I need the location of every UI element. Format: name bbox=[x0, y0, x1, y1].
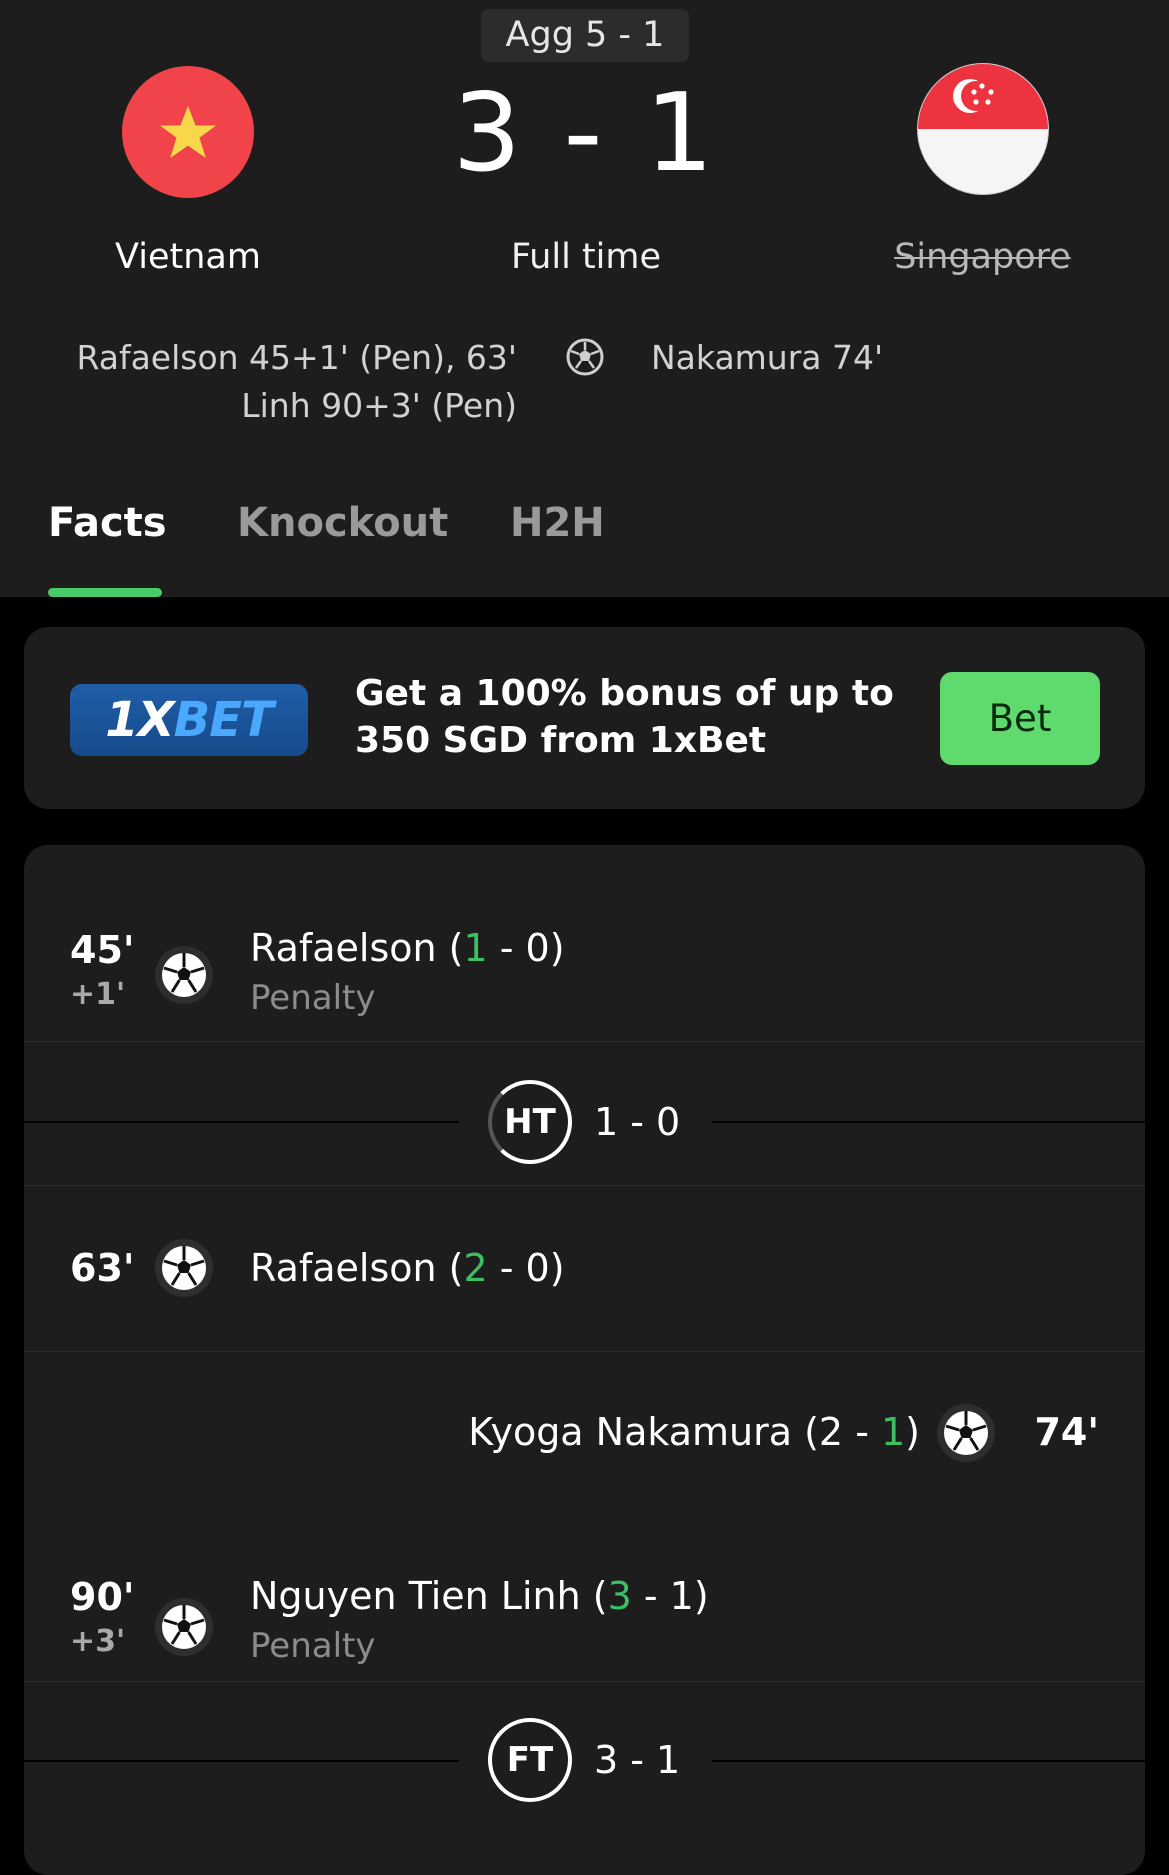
score-rest: - 0) bbox=[487, 1246, 565, 1290]
logo-part: 1X bbox=[105, 692, 174, 748]
betting-ad-banner[interactable]: 1XBET Get a 100% bonus of up to 350 SGD … bbox=[24, 627, 1145, 809]
match-header: Agg 5 - 1 3 - 1 Vietnam Full time Singap… bbox=[0, 0, 1169, 597]
away-scorers-line: Nakamura 74' bbox=[651, 338, 884, 377]
event-player: Kyoga Nakamura (2 - 1) bbox=[468, 1407, 920, 1457]
event-detail: Penalty bbox=[250, 978, 376, 1018]
divider bbox=[24, 1351, 1145, 1352]
ad-text: Get a 100% bonus of up to 350 SGD from 1… bbox=[355, 673, 894, 761]
event-detail: Penalty bbox=[250, 1626, 376, 1666]
1xbet-logo: 1XBET bbox=[70, 684, 308, 756]
score-highlight: 3 bbox=[607, 1574, 632, 1618]
soccer-ball-icon bbox=[937, 1404, 995, 1462]
aggregate-badge: Agg 5 - 1 bbox=[481, 9, 689, 62]
score-rest: - 0) bbox=[487, 926, 565, 970]
score-highlight: 1 bbox=[463, 926, 488, 970]
vietnam-flag-icon[interactable] bbox=[122, 66, 254, 198]
bet-button[interactable]: Bet bbox=[940, 672, 1100, 765]
divider bbox=[24, 1681, 1145, 1682]
event-minute-extra: +3' bbox=[70, 1624, 126, 1659]
tab-facts[interactable]: Facts bbox=[48, 488, 167, 558]
logo-part: BET bbox=[173, 692, 274, 748]
event-minute: 63' bbox=[70, 1246, 135, 1290]
divider bbox=[24, 1121, 459, 1123]
half-time-badge: HT bbox=[488, 1080, 572, 1164]
divider bbox=[24, 1185, 1145, 1186]
tab-bar: Facts Knockout H2H bbox=[0, 488, 1169, 597]
score-open: (2 - bbox=[792, 1410, 881, 1454]
divider bbox=[712, 1760, 1145, 1762]
match-status: Full time bbox=[510, 237, 662, 277]
tab-h2h[interactable]: H2H bbox=[510, 488, 605, 558]
home-team-name[interactable]: Vietnam bbox=[88, 232, 288, 282]
event-player: Rafaelson (1 - 0) bbox=[250, 923, 565, 973]
player-name: Kyoga Nakamura bbox=[468, 1410, 793, 1454]
event-minute: 90' bbox=[70, 1575, 135, 1619]
score-rest: - 1) bbox=[631, 1574, 709, 1618]
event-minute-extra: +1' bbox=[70, 977, 126, 1012]
away-scorers: Nakamura 74' bbox=[651, 334, 883, 382]
active-tab-indicator bbox=[48, 588, 162, 597]
soccer-ball-icon bbox=[155, 1598, 213, 1656]
score-highlight: 2 bbox=[463, 1246, 488, 1290]
score-open: ( bbox=[580, 1574, 608, 1618]
event-player: Rafaelson (2 - 0) bbox=[250, 1243, 565, 1293]
full-time-score: 3 - 1 bbox=[594, 1738, 681, 1782]
score-rest: ) bbox=[905, 1410, 920, 1454]
player-name: Rafaelson bbox=[250, 926, 437, 970]
soccer-ball-icon bbox=[155, 1239, 213, 1297]
score-highlight: 1 bbox=[880, 1410, 906, 1454]
divider bbox=[712, 1121, 1145, 1123]
player-name: Nguyen Tien Linh bbox=[250, 1574, 581, 1618]
home-scorers: Rafaelson 45+1' (Pen), 63' Linh 90+3' (P… bbox=[77, 334, 517, 430]
match-events-card: 45' +1' Rafaelson (1 - 0) Penalty HT 1 -… bbox=[24, 845, 1145, 1875]
away-team-name[interactable]: Singapore bbox=[880, 232, 1085, 282]
player-name: Rafaelson bbox=[250, 1246, 437, 1290]
divider bbox=[24, 1760, 459, 1762]
score-open: ( bbox=[436, 926, 464, 970]
half-time-score: 1 - 0 bbox=[594, 1100, 681, 1144]
event-player: Nguyen Tien Linh (3 - 1) bbox=[250, 1571, 709, 1621]
divider bbox=[24, 1041, 1145, 1042]
full-time-badge: FT bbox=[488, 1718, 572, 1802]
score-open: ( bbox=[436, 1246, 464, 1290]
home-scorers-line: Linh 90+3' (Pen) bbox=[241, 386, 517, 425]
event-minute: 45' bbox=[70, 928, 135, 972]
soccer-ball-icon bbox=[155, 946, 213, 1004]
match-score: 3 - 1 bbox=[452, 71, 718, 196]
soccer-ball-icon bbox=[566, 338, 604, 376]
singapore-flag-icon[interactable] bbox=[917, 63, 1049, 195]
tab-knockout[interactable]: Knockout bbox=[237, 488, 448, 558]
event-minute: 74' bbox=[1034, 1410, 1099, 1454]
home-scorers-line: Rafaelson 45+1' (Pen), 63' bbox=[76, 338, 517, 377]
